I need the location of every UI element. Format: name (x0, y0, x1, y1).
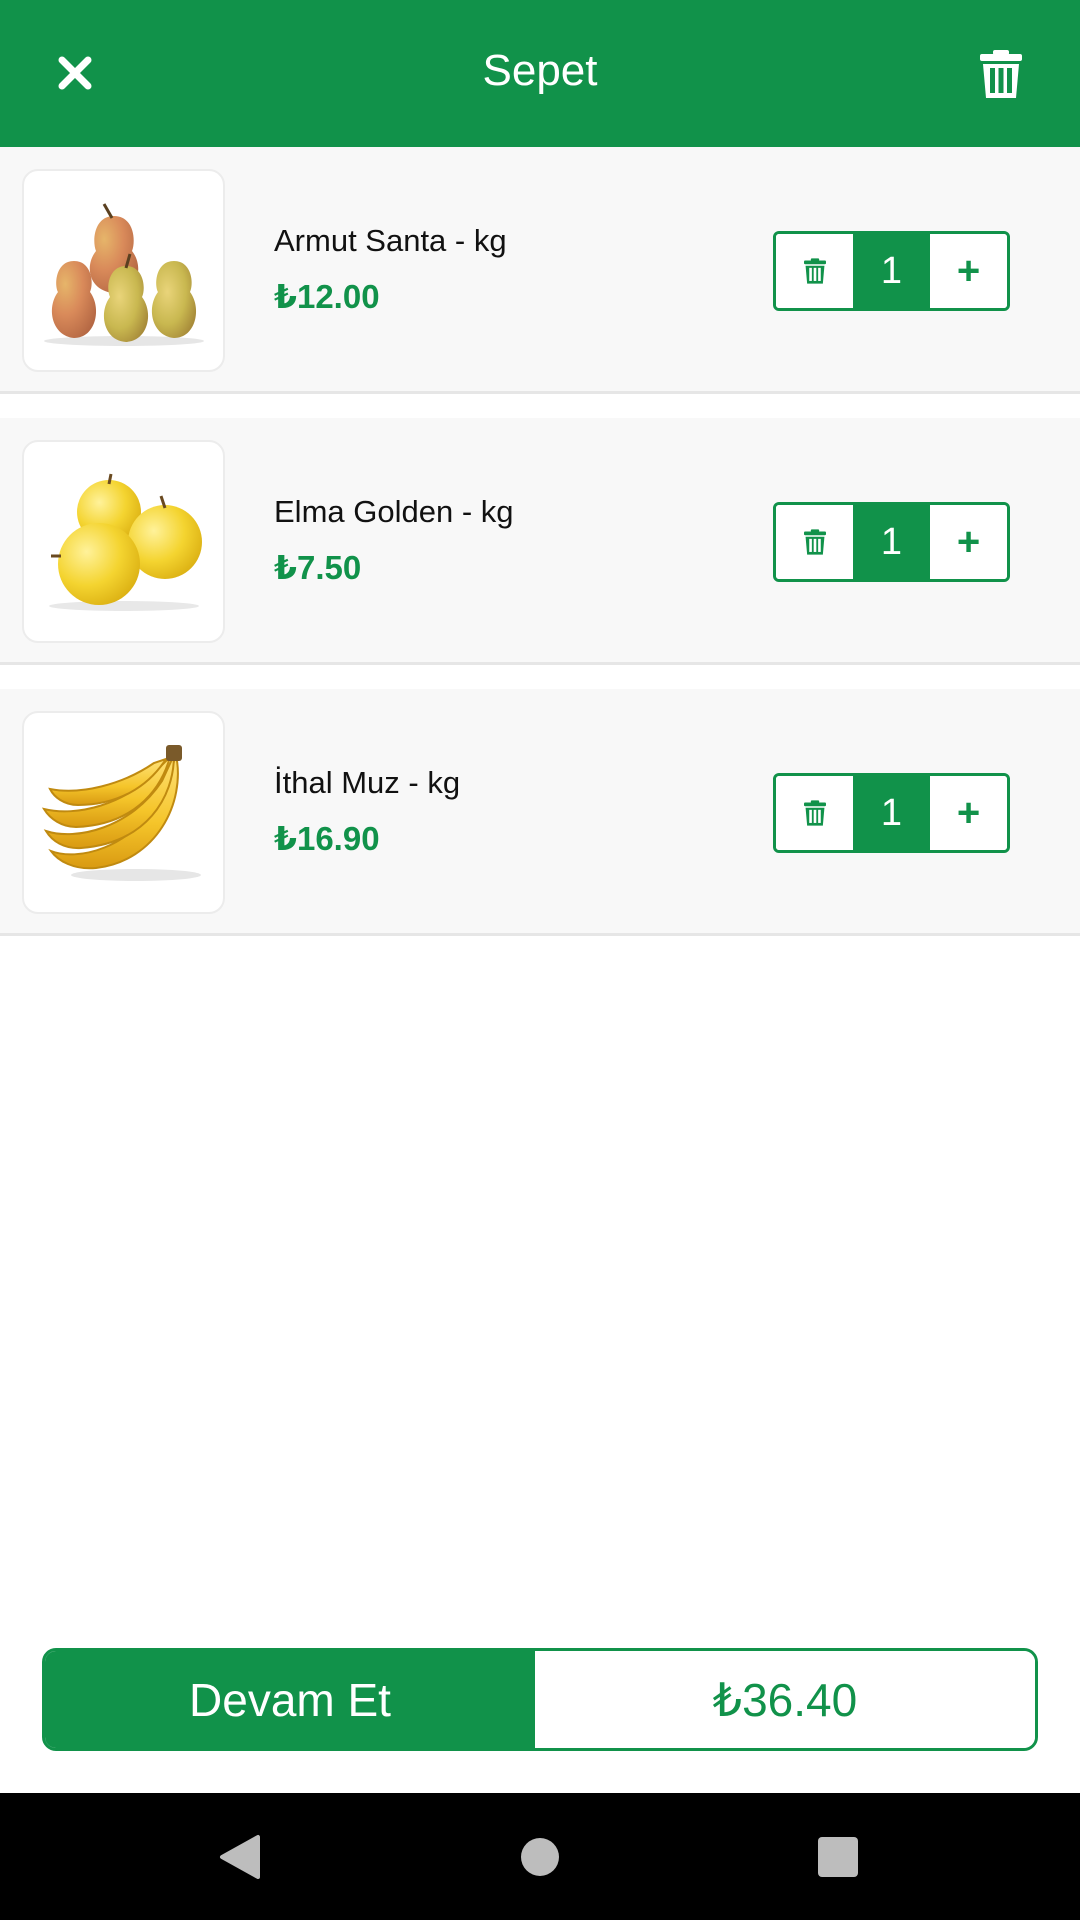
trash-icon (803, 258, 826, 284)
page-title: Sepet (482, 46, 598, 95)
remove-item-button[interactable] (776, 505, 853, 579)
product-name: Elma Golden - kg (274, 494, 514, 529)
plus-icon: + (956, 249, 981, 293)
bananas-image (41, 744, 201, 881)
home-circle-icon (521, 1837, 559, 1876)
product-image[interactable] (22, 711, 225, 914)
quantity-value: 1 (853, 505, 930, 579)
quantity-stepper: 1 + (773, 502, 1010, 582)
back-button[interactable] (180, 1793, 300, 1920)
trash-icon (803, 800, 826, 826)
continue-button[interactable]: Devam Et (45, 1651, 535, 1748)
app-header: Sepet (0, 0, 1080, 147)
cart-screen: Sepet Armut Santa - kg ₺12.00 1 + Elma G… (0, 0, 1080, 1920)
trash-icon (980, 50, 1022, 98)
product-price: ₺16.90 (274, 820, 380, 857)
product-price: ₺12.00 (274, 278, 380, 315)
increase-quantity-button[interactable]: + (930, 234, 1007, 308)
pears-image (43, 202, 204, 346)
home-button[interactable] (480, 1793, 600, 1920)
clear-cart-button[interactable] (966, 44, 1036, 104)
recents-button[interactable] (778, 1793, 898, 1920)
cart-item: Armut Santa - kg ₺12.00 1 + (0, 147, 1080, 394)
quantity-value: 1 (853, 776, 930, 850)
quantity-value: 1 (853, 234, 930, 308)
cart-total[interactable]: ₺36.40 (535, 1651, 1035, 1748)
golden-apples-image (48, 473, 202, 611)
quantity-stepper: 1 + (773, 231, 1010, 311)
checkout-button-group: Devam Et ₺36.40 (42, 1648, 1038, 1751)
back-triangle-icon (220, 1834, 260, 1879)
remove-item-button[interactable] (776, 234, 853, 308)
increase-quantity-button[interactable]: + (930, 505, 1007, 579)
remove-item-button[interactable] (776, 776, 853, 850)
cart-item: İthal Muz - kg ₺16.90 1 + (0, 689, 1080, 936)
recents-square-icon (818, 1836, 858, 1877)
plus-icon: + (956, 791, 981, 835)
cart-item: Elma Golden - kg ₺7.50 1 + (0, 418, 1080, 665)
product-price: ₺7.50 (274, 549, 362, 586)
quantity-stepper: 1 + (773, 773, 1010, 853)
plus-icon: + (956, 520, 981, 564)
increase-quantity-button[interactable]: + (930, 776, 1007, 850)
system-navigation-bar (0, 1793, 1080, 1920)
trash-icon (803, 529, 826, 555)
checkout-bar: Devam Et ₺36.40 (0, 1603, 1080, 1793)
product-image[interactable] (22, 169, 225, 372)
product-image[interactable] (22, 440, 225, 643)
product-name: İthal Muz - kg (274, 765, 461, 800)
product-name: Armut Santa - kg (274, 223, 507, 258)
